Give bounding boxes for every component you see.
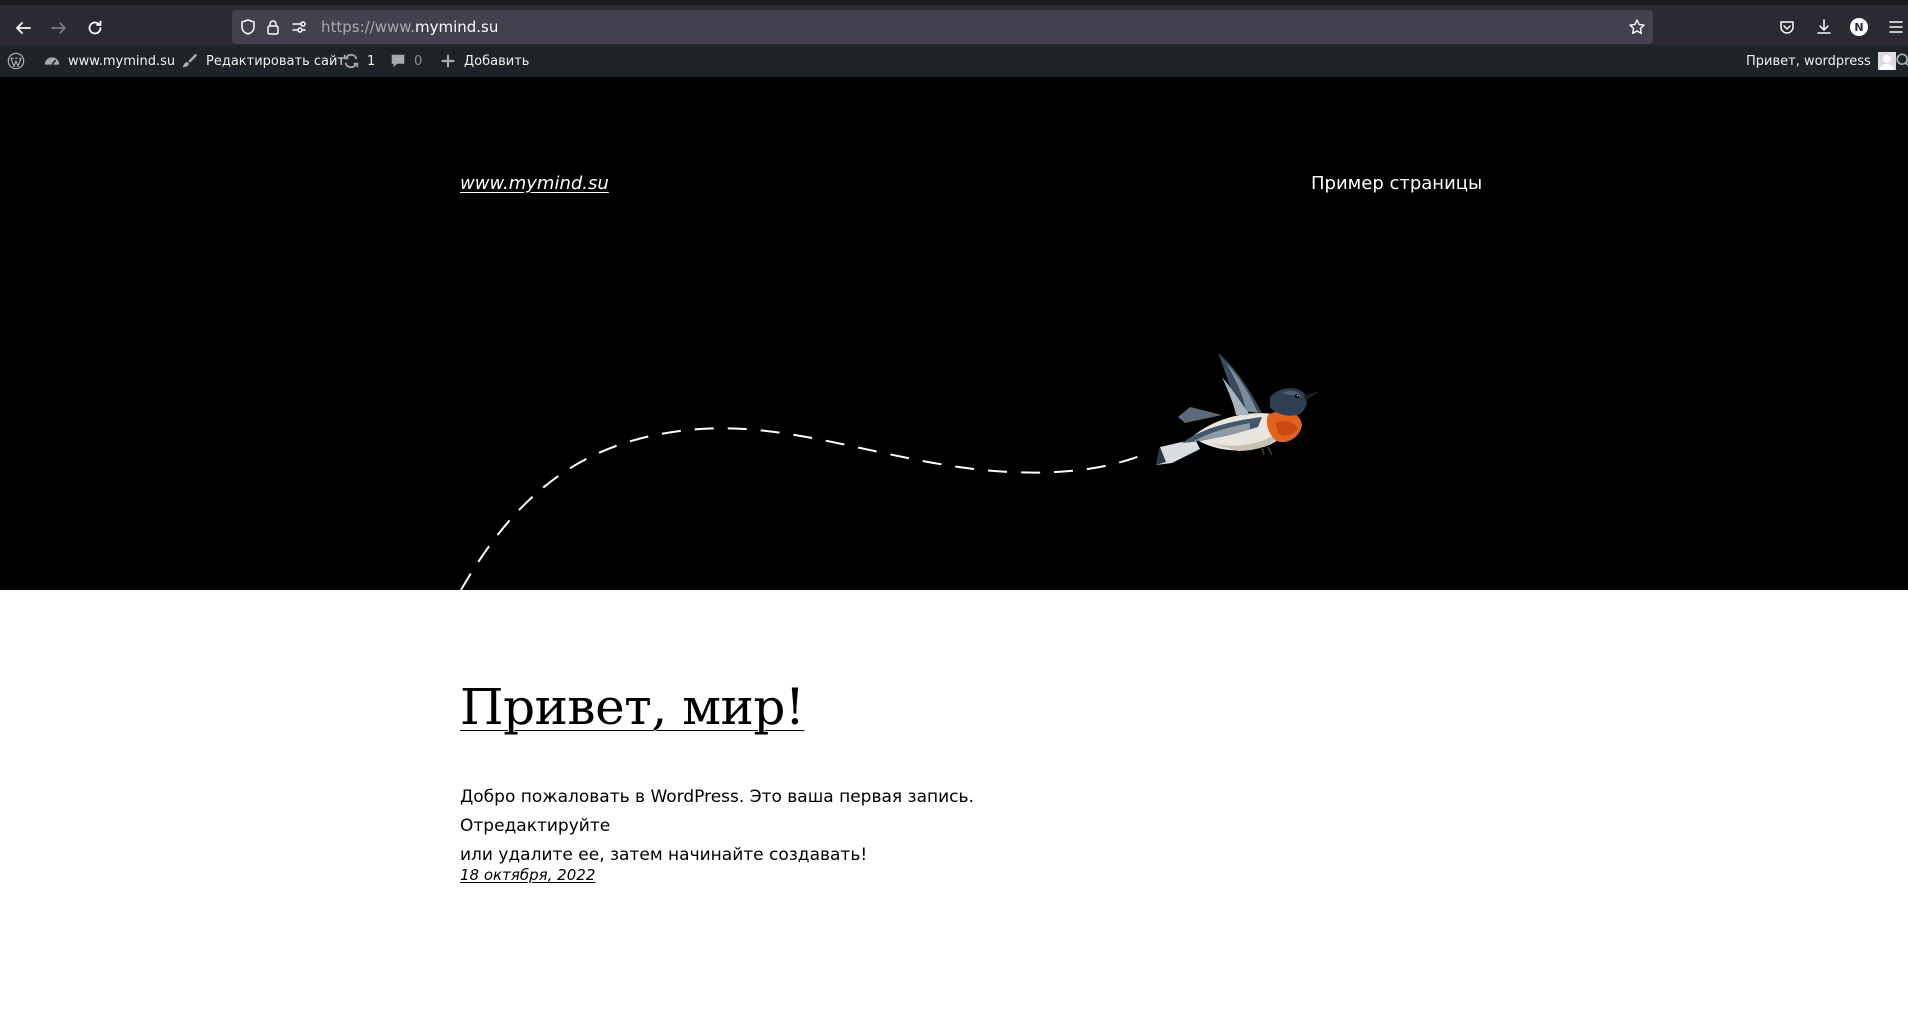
admin-bar-updates-count: 1 <box>367 53 376 69</box>
admin-bar-search[interactable] <box>1895 45 1908 77</box>
plus-icon <box>441 54 455 68</box>
comment-icon <box>391 54 405 68</box>
flight-path-dashed-line <box>460 427 1151 590</box>
address-bar[interactable]: https://www.mymind.su <box>232 10 1653 44</box>
shield-icon[interactable] <box>239 18 257 36</box>
wp-logo-menu[interactable] <box>7 45 32 77</box>
admin-bar-comments[interactable]: 0 <box>389 45 422 77</box>
pocket-button[interactable] <box>1776 16 1798 38</box>
download-icon <box>1817 19 1831 34</box>
admin-bar-my-account[interactable]: Привет, wordpress <box>1746 45 1896 77</box>
star-icon[interactable] <box>1628 18 1646 36</box>
dashboard-icon <box>44 57 60 66</box>
reload-icon <box>88 20 102 35</box>
pocket-icon <box>1780 21 1794 34</box>
updates-icon <box>343 53 359 69</box>
forward-button[interactable] <box>44 14 74 42</box>
admin-bar-edit-site-label: Редактировать сайт <box>206 53 346 69</box>
back-button[interactable] <box>8 14 38 42</box>
admin-bar-site-label: www.mymind.su <box>68 53 176 69</box>
admin-bar-add-new-label: Добавить <box>464 53 530 69</box>
admin-bar-updates[interactable]: 1 <box>342 45 375 77</box>
user-avatar <box>1877 52 1896 70</box>
search-icon <box>1896 53 1908 67</box>
admin-bar-greeting: Привет, wordpress <box>1746 53 1871 69</box>
url-text[interactable]: https://www.mymind.su <box>321 17 498 37</box>
post-title-link[interactable]: Привет, мир! <box>460 678 805 736</box>
admin-bar-comments-count: 0 <box>414 53 423 69</box>
bird-illustration <box>1156 353 1320 465</box>
downloads-button[interactable] <box>1813 16 1835 38</box>
nav-link-sample-page[interactable]: Пример страницы <box>1311 173 1482 194</box>
post-excerpt: Добро пожаловать в WordPress. Это ваша п… <box>460 783 1100 870</box>
url-scheme: https://www. <box>321 18 415 36</box>
brush-icon <box>182 53 198 68</box>
post-date-link[interactable]: 18 октября, 2022 <box>460 866 595 884</box>
lock-icon[interactable] <box>264 18 282 36</box>
header-illustration <box>460 353 1320 590</box>
arrow-left-icon <box>16 22 31 34</box>
site-title-link[interactable]: www.mymind.su <box>460 173 609 194</box>
hamburger-menu-icon <box>1889 21 1903 33</box>
account-button[interactable]: N <box>1848 16 1870 38</box>
post-excerpt-line-1: Добро пожаловать в WordPress. Это ваша п… <box>460 787 974 836</box>
menu-button[interactable] <box>1885 16 1907 38</box>
wp-admin-bar: www.mymind.su Редактировать сайт 1 0 Доб… <box>0 45 1908 77</box>
arrow-right-icon <box>51 22 66 34</box>
reload-button[interactable] <box>80 14 110 42</box>
admin-bar-site-name[interactable]: www.mymind.su <box>43 45 175 77</box>
wordpress-logo-icon <box>7 52 25 70</box>
account-avatar-icon: N <box>1850 18 1868 36</box>
permissions-icon[interactable] <box>290 18 308 36</box>
site-header: www.mymind.su Пример страницы <box>0 77 1908 590</box>
browser-toolbar: https://www.mymind.su N <box>0 0 1908 45</box>
admin-bar-edit-site[interactable]: Редактировать сайт <box>181 45 345 77</box>
url-host: mymind.su <box>414 18 499 36</box>
admin-bar-add-new[interactable]: Добавить <box>439 45 529 77</box>
